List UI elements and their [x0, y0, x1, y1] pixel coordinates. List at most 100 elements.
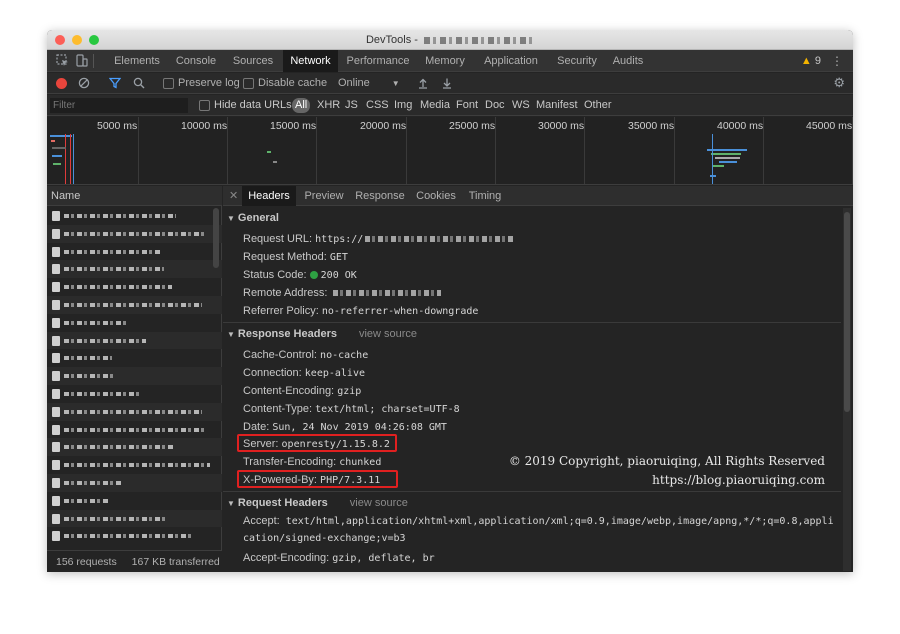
tab-network[interactable]: Network [283, 50, 338, 72]
tab-performance[interactable]: Performance [343, 50, 413, 72]
header-value: text/html; charset=UTF-8 [315, 404, 460, 415]
filter-type-img[interactable]: Img [394, 98, 412, 113]
devtools-window: DevTools - Elements Console Sources Netw… [47, 30, 853, 572]
header-key: Accept-Encoding: [243, 552, 330, 564]
redacted-request-name [64, 281, 172, 294]
tab-audits[interactable]: Audits [608, 50, 648, 72]
filter-type-css[interactable]: CSS [366, 98, 389, 113]
filter-type-font[interactable]: Font [456, 98, 478, 113]
header-value: Sun, 24 Nov 2019 04:26:08 GMT [272, 422, 447, 433]
search-icon[interactable] [133, 76, 145, 93]
tab-headers[interactable]: Headers [242, 186, 296, 206]
request-row[interactable] [47, 278, 222, 296]
disable-cache-checkbox[interactable] [243, 78, 254, 89]
filter-type-doc[interactable]: Doc [485, 98, 505, 113]
tab-application[interactable]: Application [477, 50, 545, 72]
filter-type-manifest[interactable]: Manifest [536, 98, 578, 113]
request-row[interactable] [47, 224, 222, 243]
redacted-request-name [64, 512, 168, 525]
redacted-request-name [64, 227, 204, 240]
details-scrollbar-thumb[interactable] [844, 212, 850, 412]
request-row[interactable] [47, 349, 222, 367]
preserve-log-checkbox[interactable] [163, 78, 174, 89]
section-general[interactable]: ▼ General [227, 212, 279, 224]
request-row[interactable] [47, 492, 222, 510]
filter-input[interactable] [50, 98, 188, 113]
timeline-gridline: 30000 ms [538, 117, 585, 184]
export-icon[interactable] [441, 76, 453, 93]
request-list-scrollbar[interactable] [213, 208, 219, 268]
timeline-request-bar [267, 151, 271, 153]
request-row[interactable] [47, 473, 222, 492]
section-response-headers[interactable]: ▼ Response Headers view source [227, 328, 417, 340]
response-view-source-link[interactable]: view source [359, 328, 417, 340]
header-row-connection: Connection: keep-alive [243, 366, 365, 381]
filter-type-js[interactable]: JS [345, 98, 358, 113]
request-row[interactable] [47, 438, 222, 457]
filter-icon[interactable] [108, 76, 122, 93]
timeline-gridline: 25000 ms [449, 117, 496, 184]
hide-data-urls-label: Hide data URLs [214, 99, 292, 111]
header-row-content-encoding: Content-Encoding: gzip [243, 384, 361, 399]
record-icon[interactable] [56, 78, 67, 89]
request-row[interactable] [47, 207, 222, 225]
section-request-headers[interactable]: ▼ Request Headers view source [227, 497, 408, 509]
close-icon[interactable]: ✕ [229, 189, 238, 202]
request-row[interactable] [47, 331, 222, 350]
file-icon [52, 353, 60, 364]
filter-type-all[interactable]: All [292, 98, 311, 113]
tab-response[interactable]: Response [352, 186, 408, 206]
caret-down-icon: ▼ [227, 214, 235, 223]
inspect-icon[interactable] [55, 54, 69, 67]
filter-type-other[interactable]: Other [584, 98, 612, 113]
request-row[interactable] [47, 367, 222, 385]
header-row-remote-address: Remote Address: [243, 286, 442, 300]
request-row[interactable] [47, 260, 222, 279]
filter-type-media[interactable]: Media [420, 98, 450, 113]
clear-icon[interactable] [78, 76, 90, 93]
device-icon[interactable] [74, 54, 88, 67]
filter-type-xhr[interactable]: XHR [317, 98, 340, 113]
request-row[interactable] [47, 243, 222, 261]
header-key: Referrer Policy: [243, 305, 319, 317]
request-row[interactable] [47, 402, 222, 421]
warnings-indicator[interactable]: ▲ 9 [801, 50, 821, 72]
header-key: Request URL: [243, 233, 313, 245]
file-icon [52, 264, 60, 275]
request-row[interactable] [47, 314, 222, 332]
file-icon [52, 317, 60, 328]
request-row[interactable] [47, 385, 222, 403]
tab-sources[interactable]: Sources [227, 50, 279, 72]
request-view-source-link[interactable]: view source [350, 497, 408, 509]
tab-timing[interactable]: Timing [464, 186, 506, 206]
request-list-panel: Name 156 requests 167 KB transferred [47, 186, 222, 572]
request-row[interactable] [47, 456, 222, 474]
more-icon[interactable]: ⋮ [831, 50, 843, 72]
name-column-header[interactable]: Name [47, 186, 222, 206]
copyright-watermark: © 2019 Copyright, piaoruiqing, All Right… [508, 454, 825, 468]
tab-memory[interactable]: Memory [418, 50, 472, 72]
request-row[interactable] [47, 509, 222, 528]
tab-preview[interactable]: Preview [300, 186, 348, 206]
throttle-select[interactable]: Online ▼ [338, 77, 400, 90]
tab-console[interactable]: Console [169, 50, 223, 72]
hide-data-urls-checkbox[interactable] [199, 100, 210, 111]
header-value: gzip [337, 386, 362, 397]
timeline-request-bar [719, 161, 737, 163]
filter-type-ws[interactable]: WS [512, 98, 530, 113]
tab-elements[interactable]: Elements [109, 50, 165, 72]
header-row-request-method: Request Method: GET [243, 250, 348, 265]
request-row[interactable] [47, 527, 222, 545]
request-row[interactable] [47, 421, 222, 439]
tab-cookies[interactable]: Cookies [412, 186, 460, 206]
timeline-tick-label: 45000 ms [806, 120, 853, 132]
request-row[interactable] [47, 295, 222, 314]
timeline-overview[interactable]: 5000 ms 10000 ms 15000 ms 20000 ms 25000… [47, 117, 853, 185]
timeline-gridline: 5000 ms [97, 117, 139, 184]
gear-icon[interactable]: ⚙ [833, 75, 845, 91]
details-scrollbar[interactable] [843, 208, 851, 571]
tab-security[interactable]: Security [550, 50, 604, 72]
redacted-request-name [64, 494, 108, 507]
header-key: Connection: [243, 367, 302, 379]
import-icon[interactable] [417, 76, 429, 93]
